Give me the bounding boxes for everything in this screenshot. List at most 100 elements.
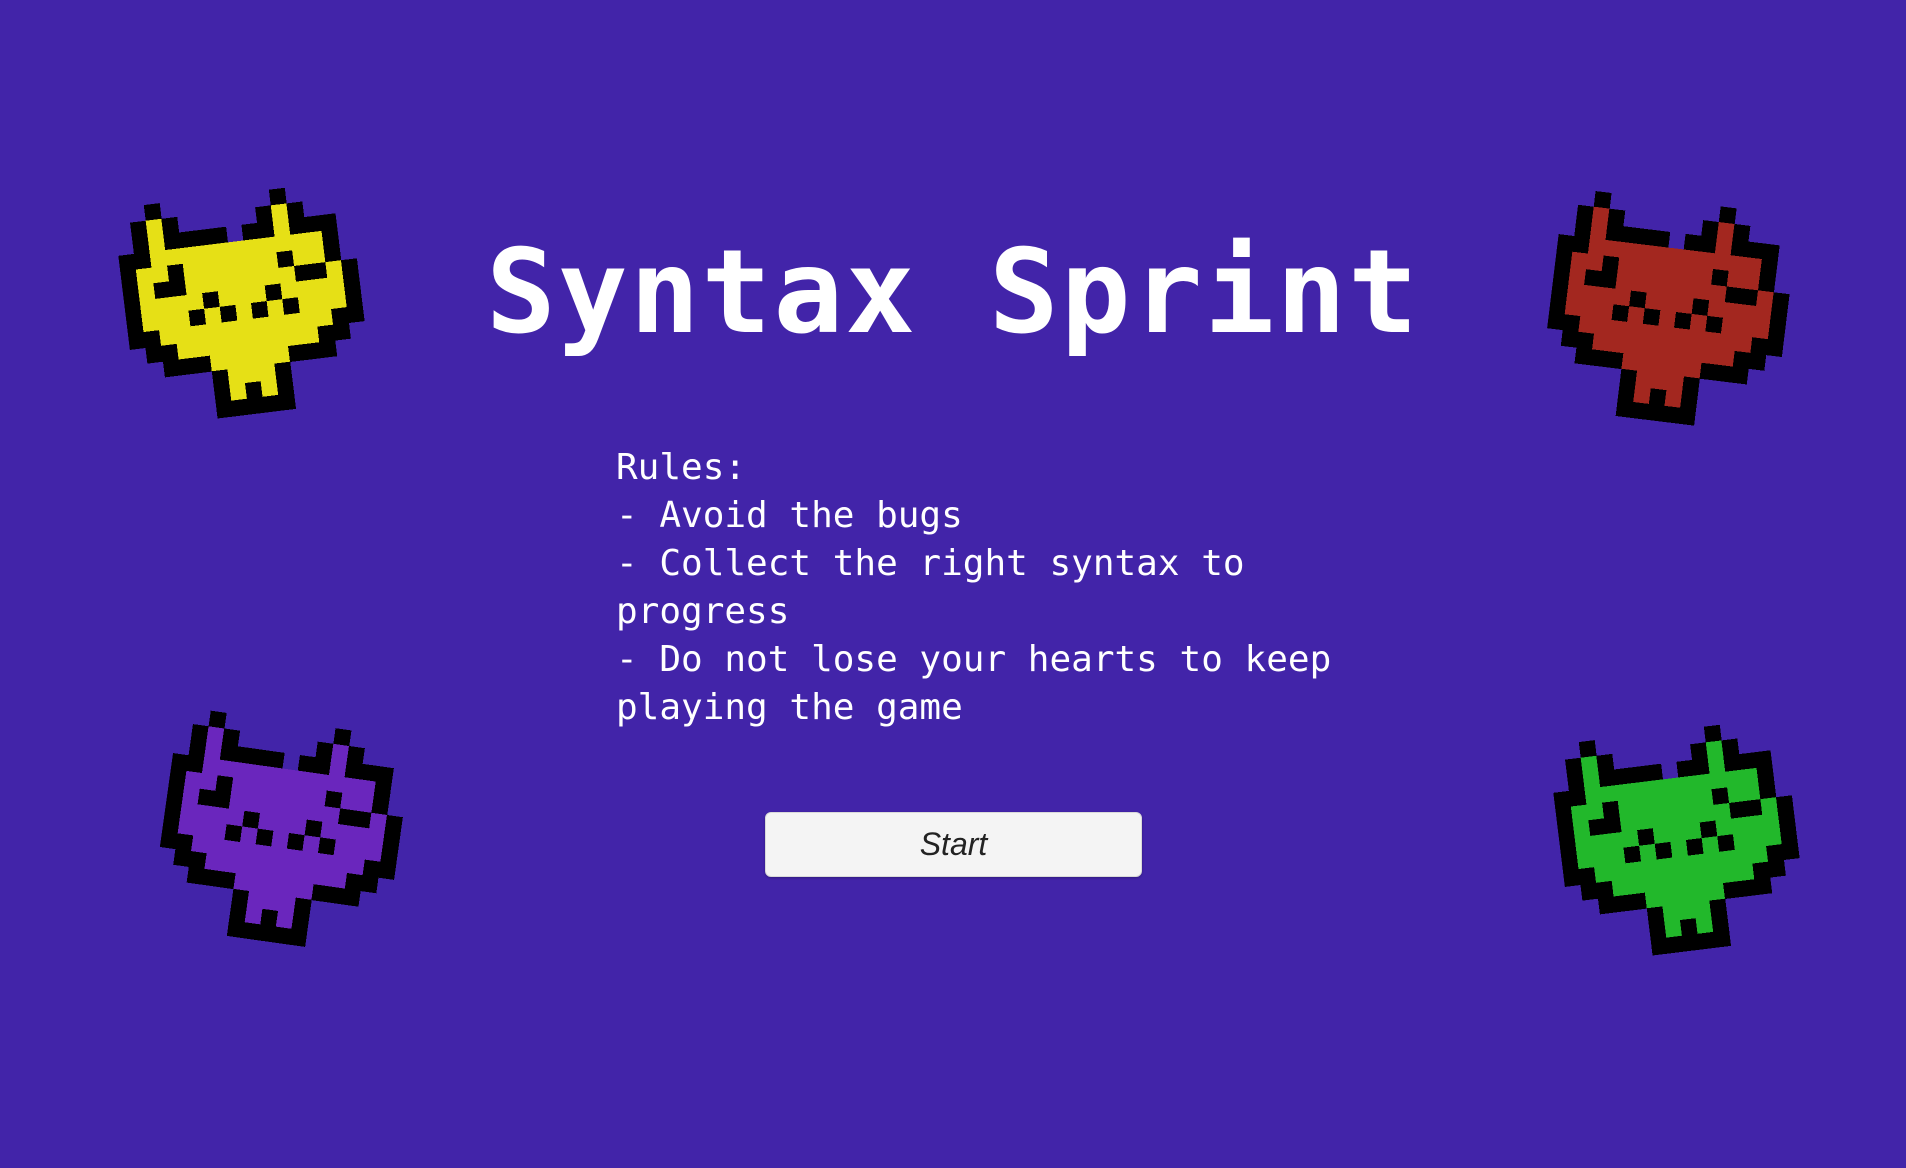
bug-outline-pixel [1758,781,1777,800]
bug-outline-pixel [250,748,270,767]
bug-body-pixel [262,781,281,800]
bug-body-pixel [277,895,297,914]
bug-outline-pixel [1596,880,1614,899]
bug-outline-pixel [273,926,292,945]
bug-body-pixel [1635,370,1654,389]
bug-outline-pixel [1560,853,1579,872]
bug-body-pixel [1662,777,1681,796]
bug-body-pixel [1647,779,1665,798]
bug-outline-pixel [211,369,230,388]
bug-body-pixel [1697,804,1716,823]
bug-outline-pixel [1576,204,1595,223]
bug-outline-pixel [380,846,399,865]
bug-outline-pixel [360,763,379,782]
bug-body-pixel [1762,812,1781,831]
bug-outline-pixel [1729,801,1747,819]
bug-outline-pixel [1559,837,1577,856]
bug-body-pixel [257,813,276,832]
bug-body-pixel [244,906,263,925]
bug-outline-pixel [255,205,274,224]
bug-body-pixel [1668,824,1687,843]
bug-outline-pixel [360,875,379,894]
bug-body-pixel [266,862,285,881]
bug-body-pixel [1682,806,1701,825]
bug-body-pixel [1625,861,1644,880]
bug-body-pixel [1705,740,1724,759]
bug-body-pixel [1642,875,1661,893]
bug-outline-pixel [235,746,254,765]
bug-body-pixel [1572,820,1591,839]
bug-body-pixel [1619,814,1638,833]
bug-body-pixel [206,837,225,856]
bug-body-pixel [1678,902,1696,921]
bug-body-pixel [1713,802,1732,821]
bug-outline-pixel [266,750,285,769]
bug-outline-pixel [1715,364,1734,383]
bug-outline-pixel [1779,826,1798,845]
bug-body-pixel [308,788,328,807]
bug-outline-pixel [162,359,181,378]
bug-body-pixel [1586,802,1605,821]
bug-body-pixel [270,203,289,222]
bug-body-pixel [331,743,350,762]
bug-body-pixel [1664,920,1683,938]
bug-body-pixel [233,873,252,892]
bug-body-pixel [1730,816,1749,835]
bug-outline-pixel [1697,931,1716,950]
bug-body-pixel [1611,878,1630,897]
bug-outline-pixel [1629,765,1648,784]
bug-body-pixel [313,868,332,887]
bug-body-pixel [1580,755,1599,774]
bug-outline-pixel [1557,822,1576,841]
bug-outline-pixel [215,775,234,794]
bug-body-pixel [300,850,319,869]
bug-body-pixel [357,779,377,798]
bug-outline-pixel [170,753,189,772]
bug-body-pixel [1719,849,1738,868]
bug-outline-pixel [246,396,265,415]
bug-body-pixel [195,804,214,823]
bug-body-pixel [222,839,241,858]
bug-outline-pixel [1597,896,1616,915]
bug-outline-pixel [231,398,250,417]
bug-body-pixel [1594,865,1613,884]
bug-body-pixel [275,799,294,818]
bug-outline-pixel [1681,933,1700,952]
bug-outline-pixel [164,799,183,819]
bug-outline-pixel [1718,206,1737,225]
bug-outline-pixel [242,922,261,941]
start-button[interactable]: Start [765,812,1142,877]
bug-body-pixel [1644,890,1663,909]
bug-body-pixel [1615,783,1634,802]
bug-outline-pixel [1568,788,1587,807]
bug-body-pixel [297,866,317,885]
bug-body-pixel [1621,830,1640,848]
bug-body-pixel [1748,830,1767,849]
bug-body-pixel [1705,867,1724,886]
bug-outline-pixel [1666,935,1685,954]
bug-outline-pixel [1619,368,1638,387]
bug-body-pixel [251,859,270,878]
bug-outline-pixel [1637,828,1656,847]
bug-outline-pixel [1615,400,1634,418]
bug-outline-pixel [1676,759,1695,778]
bug-outline-pixel [1721,738,1740,757]
bug-outline-pixel [304,819,323,838]
bug-body-pixel [259,797,279,816]
bug-outline-pixel [1690,742,1709,761]
bug-outline-pixel [1593,191,1612,209]
bug-outline-pixel [186,755,205,774]
bug-body-pixel [1736,863,1755,882]
bug-outline-pixel [291,913,310,932]
bug-body-pixel [364,843,383,863]
bug-outline-pixel [229,904,248,923]
bug-body-pixel [1693,773,1712,792]
bug-outline-pixel [289,928,308,947]
bug-outline-pixel [194,355,213,374]
bug-body-pixel [248,875,268,894]
bug-body-pixel [1674,871,1693,890]
bug-body-pixel [288,817,308,836]
bug-body-pixel [1609,863,1628,882]
bug-outline-pixel [1580,882,1599,901]
bug-outline-pixel [313,757,332,776]
